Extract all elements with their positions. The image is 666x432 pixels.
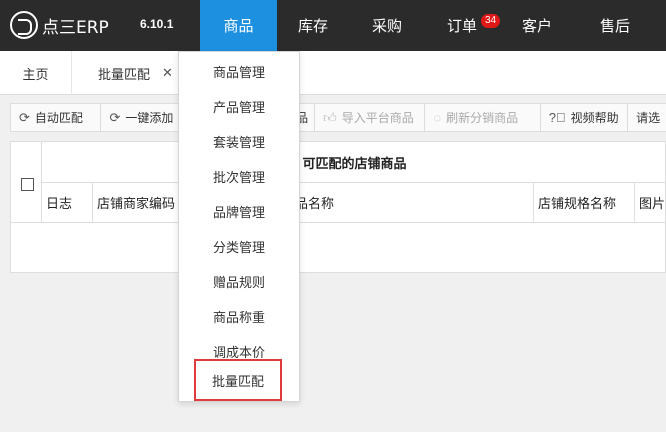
tab-home[interactable]: 主页 — [0, 51, 72, 95]
button-label: 自动匹配 — [34, 111, 83, 125]
main-nav: 商品 库存 采购 订单 34 客户 售后 — [200, 0, 665, 51]
table-title: 可匹配的店铺商品 — [42, 142, 666, 183]
orders-count-badge: 34 — [481, 14, 501, 28]
tab-label: 批量匹配 — [98, 66, 151, 82]
nav-label: 库存 — [297, 18, 328, 35]
button-label: 刷新分销商品 — [446, 111, 519, 125]
nav-item-products[interactable]: 商品 — [200, 0, 277, 51]
thumbs-up-icon: 👍︎ — [323, 109, 337, 125]
menu-item-brand-management[interactable]: 品牌管理 — [179, 194, 299, 229]
video-help-button[interactable]: ?⃝ 视频帮助 — [539, 103, 629, 132]
nav-item-after-sales[interactable]: 售后 — [565, 0, 665, 51]
store-products-table: 可匹配的店铺商品 日志 店铺商家编码 品名称 店铺规格名称 图片 — [10, 141, 666, 273]
column-header-image[interactable]: 图片 — [635, 183, 666, 223]
menu-item-item-management[interactable]: 产品管理 — [179, 89, 299, 124]
nav-label: 商品 — [223, 18, 254, 35]
auto-match-button[interactable]: ⟳ 自动匹配 — [10, 103, 102, 132]
nav-label: 订单 — [447, 18, 478, 35]
close-icon[interactable]: ✕ — [162, 65, 173, 81]
refresh-distribution-products-button[interactable]: ◌ 刷新分销商品 — [424, 103, 541, 132]
products-dropdown-menu: 商品管理 产品管理 套装管理 批次管理 品牌管理 分类管理 赠品规则 商品称重 … — [178, 51, 300, 402]
import-platform-products-button[interactable]: 👍︎ 导入平台商品 — [314, 103, 426, 132]
menu-item-batch-match[interactable]: 批量匹配 — [194, 359, 282, 401]
column-header-store-spec-name[interactable]: 店铺规格名称 — [534, 183, 635, 223]
nav-label: 客户 — [521, 18, 552, 35]
button-label: 一键添加 — [125, 111, 174, 125]
refresh-icon: ⟳ — [19, 109, 30, 125]
menu-item-product-management[interactable]: 商品管理 — [179, 54, 299, 89]
nav-item-inventory[interactable]: 库存 — [277, 0, 349, 51]
menu-item-gift-rules[interactable]: 赠品规则 — [179, 264, 299, 299]
app-logo[interactable]: 点三ERP — [10, 11, 109, 39]
tab-batch-match[interactable]: 批量匹配 ✕ — [84, 51, 173, 95]
menu-item-category-management[interactable]: 分类管理 — [179, 229, 299, 264]
column-header-log[interactable]: 日志 — [42, 183, 93, 223]
logo-icon — [10, 11, 38, 39]
tab-label: 主页 — [22, 66, 49, 82]
select-button[interactable]: 请选 — [627, 103, 666, 132]
refresh-icon: ⟳ — [109, 109, 121, 125]
select-all-checkbox[interactable] — [21, 178, 34, 191]
nav-label: 采购 — [371, 18, 402, 35]
nav-item-purchasing[interactable]: 采购 — [349, 0, 425, 51]
help-icon: ?⃝ — [548, 110, 566, 125]
toolbar: ⟳ 自动匹配 ⟳ 一键添加 品 👍︎ 导入平台商品 ◌ 刷新分销商品 ?⃝ 视频… — [10, 103, 666, 132]
tab-bar: 主页 批量匹配 ✕ — [0, 51, 666, 95]
loading-icon: ◌ — [433, 110, 442, 125]
top-navbar: 点三ERP 6.10.1 商品 库存 采购 订单 34 客户 售后 — [0, 0, 666, 51]
menu-item-batch-management[interactable]: 批次管理 — [179, 159, 299, 194]
menu-item-product-weighing[interactable]: 商品称重 — [179, 299, 299, 334]
app-version: 6.10.1 — [140, 17, 174, 31]
logo-text: 点三ERP — [42, 17, 109, 38]
button-label: 导入平台商品 — [341, 111, 414, 125]
select-all-cell — [11, 142, 42, 223]
one-click-add-button[interactable]: ⟳ 一键添加 — [100, 103, 180, 132]
nav-label: 售后 — [599, 18, 630, 35]
column-header-product-name[interactable]: 品名称 — [283, 183, 534, 223]
nav-item-customers[interactable]: 客户 — [509, 0, 565, 51]
button-label: 视频帮助 — [570, 111, 619, 125]
button-label: 请选 — [636, 111, 661, 125]
menu-item-bundle-management[interactable]: 套装管理 — [179, 124, 299, 159]
nav-item-orders[interactable]: 订单 34 — [425, 0, 509, 51]
